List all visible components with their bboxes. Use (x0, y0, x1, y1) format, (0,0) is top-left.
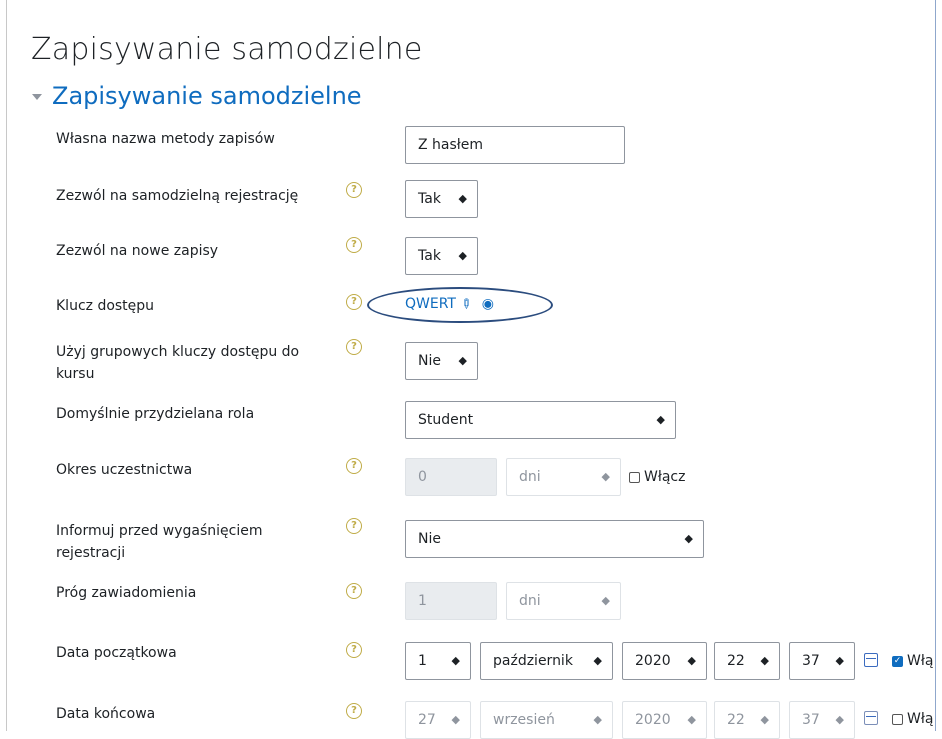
start-year-select[interactable]: 2020 ◆ (622, 642, 707, 680)
duration-enable[interactable]: Włącz (629, 469, 685, 485)
sort-caret-icon: ◆ (458, 192, 467, 205)
duration-enable-label: Włącz (644, 469, 686, 485)
allow-new-label: Zezwól na nowe zapisy (56, 243, 219, 259)
end-day-select[interactable]: 27 ◆ (405, 701, 471, 739)
highlight-ellipse (367, 287, 553, 323)
end-hour-select[interactable]: 22 ◆ (714, 701, 780, 739)
help-icon[interactable]: ? (346, 182, 362, 198)
calendar-icon[interactable] (864, 711, 878, 725)
default-role-select[interactable]: Student ◆ (405, 401, 676, 439)
help-icon[interactable]: ? (346, 703, 362, 719)
end-minute-select[interactable]: 37 ◆ (789, 701, 855, 739)
sort-caret-icon: ◆ (451, 713, 460, 726)
start-month-value: październik (493, 653, 573, 669)
end-year-select[interactable]: 2020 ◆ (622, 701, 707, 739)
group-keys-select[interactable]: Nie ◆ (405, 342, 478, 380)
calendar-icon[interactable] (864, 653, 878, 667)
start-enable-label: Włą (907, 653, 934, 669)
sort-caret-icon: ◆ (760, 713, 769, 726)
start-year-value: 2020 (635, 653, 671, 669)
sort-caret-icon: ◆ (593, 654, 602, 667)
help-icon[interactable]: ? (346, 237, 362, 253)
sort-caret-icon: ◆ (458, 249, 467, 262)
start-minute-value: 37 (802, 653, 820, 669)
start-hour-value: 22 (727, 653, 745, 669)
end-month-value: wrzesień (493, 712, 555, 728)
sort-caret-icon: ◆ (601, 594, 610, 607)
duration-enable-checkbox[interactable] (629, 471, 640, 483)
help-icon[interactable]: ? (346, 583, 362, 599)
custom-name-input[interactable]: Z hasłem (405, 126, 625, 164)
sort-caret-icon: ◆ (684, 532, 693, 545)
help-icon[interactable]: ? (346, 339, 362, 355)
default-role-label: Domyślnie przydzielana rola (56, 406, 255, 422)
end-enable[interactable]: Włą (892, 711, 933, 727)
threshold-input[interactable]: 1 (405, 582, 497, 620)
duration-label: Okres uczestnictwa (56, 462, 193, 478)
threshold-unit-select[interactable]: dni ◆ (506, 582, 621, 620)
start-enable[interactable]: Włą (892, 653, 933, 669)
sort-caret-icon: ◆ (458, 354, 467, 367)
start-minute-select[interactable]: 37 ◆ (789, 642, 855, 680)
end-minute-value: 37 (802, 712, 820, 728)
notify-select[interactable]: Nie ◆ (405, 520, 704, 558)
threshold-unit-value: dni (519, 593, 541, 609)
start-date-label: Data początkowa (56, 645, 177, 661)
group-keys-value: Nie (418, 353, 441, 369)
start-day-value: 1 (418, 653, 427, 669)
allow-self-select[interactable]: Tak ◆ (405, 180, 478, 218)
page-title: Zapisywanie samodzielne (31, 32, 423, 67)
help-icon[interactable]: ? (346, 294, 362, 310)
sort-caret-icon: ◆ (835, 654, 844, 667)
duration-unit-select[interactable]: dni ◆ (506, 458, 621, 496)
allow-self-label: Zezwól na samodzielną rejestrację (56, 188, 299, 204)
allow-new-value: Tak (418, 248, 441, 264)
allow-new-select[interactable]: Tak ◆ (405, 237, 478, 275)
threshold-label: Próg zawiadomienia (56, 585, 197, 601)
start-hour-select[interactable]: 22 ◆ (714, 642, 780, 680)
sort-caret-icon: ◆ (760, 654, 769, 667)
start-day-select[interactable]: 1 ◆ (405, 642, 471, 680)
left-border (6, 0, 7, 731)
duration-unit-value: dni (519, 469, 541, 485)
section-toggle[interactable]: Zapisywanie samodzielne (32, 82, 362, 110)
right-border (935, 0, 936, 731)
help-icon[interactable]: ? (346, 458, 362, 474)
access-key-label: Klucz dostępu (56, 298, 155, 314)
sort-caret-icon: ◆ (601, 470, 610, 483)
end-hour-value: 22 (727, 712, 745, 728)
group-keys-label: Użyj grupowych kluczy dostępu do kursu (56, 344, 300, 382)
custom-name-label: Własna nazwa metody zapisów (56, 131, 275, 147)
sort-caret-icon: ◆ (687, 654, 696, 667)
collapse-triangle-icon (32, 93, 42, 100)
notify-label: Informuj przed wygaśnięciem rejestracji (56, 523, 263, 561)
notify-value: Nie (418, 531, 441, 547)
sort-caret-icon: ◆ (835, 713, 844, 726)
default-role-value: Student (418, 412, 474, 428)
end-enable-label: Włą (907, 711, 934, 727)
sort-caret-icon: ◆ (593, 713, 602, 726)
sort-caret-icon: ◆ (451, 654, 460, 667)
end-date-label: Data końcowa (56, 706, 156, 722)
help-icon[interactable]: ? (346, 642, 362, 658)
end-year-value: 2020 (635, 712, 671, 728)
help-icon[interactable]: ? (346, 518, 362, 534)
section-title: Zapisywanie samodzielne (52, 82, 362, 110)
end-month-select[interactable]: wrzesień ◆ (480, 701, 613, 739)
sort-caret-icon: ◆ (687, 713, 696, 726)
start-month-select[interactable]: październik ◆ (480, 642, 613, 680)
sort-caret-icon: ◆ (656, 413, 665, 426)
end-enable-checkbox[interactable] (892, 713, 903, 725)
duration-input[interactable]: 0 (405, 458, 497, 496)
end-day-value: 27 (418, 712, 436, 728)
start-enable-checkbox[interactable] (892, 655, 903, 667)
allow-self-value: Tak (418, 191, 441, 207)
